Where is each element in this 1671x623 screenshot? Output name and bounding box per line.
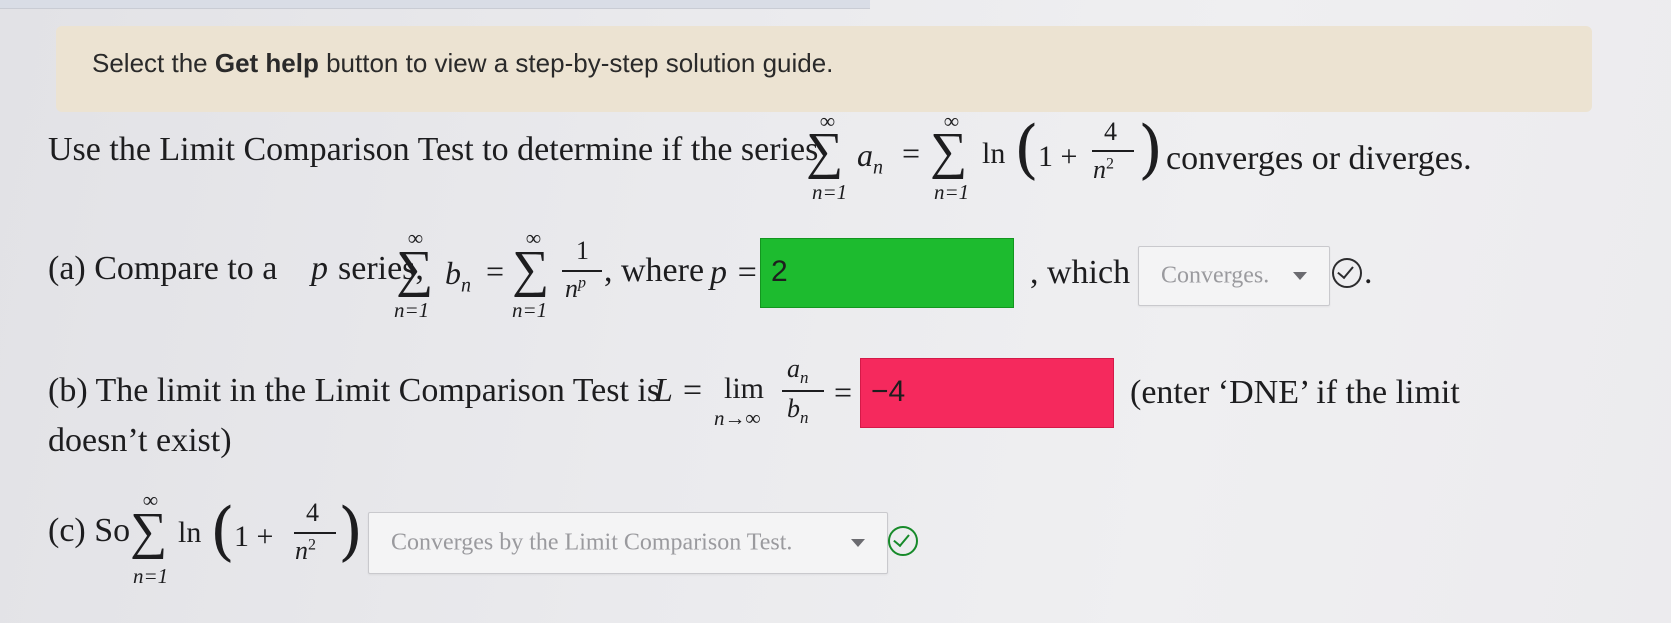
right-paren: ) bbox=[1138, 113, 1163, 187]
limit-answer-value: −4 bbox=[871, 375, 906, 408]
sigma-symbol: ∑ bbox=[930, 123, 968, 180]
lim-subscript: n→∞ bbox=[714, 406, 761, 430]
lower-limit: n=1 bbox=[934, 180, 970, 204]
banner-text: Select the Get help button to view a ste… bbox=[92, 48, 834, 78]
help-banner: Select the Get help button to view a ste… bbox=[56, 26, 1592, 112]
equals-sign: = bbox=[486, 253, 505, 289]
get-help-keyword: Get help bbox=[214, 48, 319, 78]
part-c-label: (c) So bbox=[48, 512, 131, 549]
dne-note: (enter ‘DNE’ if the limit bbox=[1130, 374, 1460, 411]
p-variable: p bbox=[311, 250, 328, 287]
check-circle-icon bbox=[1332, 258, 1362, 288]
upper-limit: ∞ bbox=[408, 226, 423, 250]
dropdown-caret-icon bbox=[851, 539, 865, 547]
fraction-denominator: n2 bbox=[295, 536, 316, 565]
ln-function: ln bbox=[982, 137, 1006, 170]
upper-limit: ∞ bbox=[143, 488, 158, 512]
period: . bbox=[1364, 254, 1373, 291]
one-plus: 1 + bbox=[1038, 140, 1078, 173]
one-plus: 1 + bbox=[234, 520, 274, 553]
conclusion-select[interactable]: Converges by the Limit Comparison Test. bbox=[368, 512, 888, 574]
p-equals: p = bbox=[710, 254, 759, 291]
conclusion-select-value: Converges by the Limit Comparison Test. bbox=[391, 529, 793, 556]
fraction-numerator: 1 bbox=[576, 236, 589, 265]
lower-limit: n=1 bbox=[133, 564, 169, 588]
upper-limit: ∞ bbox=[526, 226, 541, 250]
fraction-bar bbox=[782, 390, 824, 392]
equals-sign: = bbox=[834, 374, 853, 410]
equals-sign: = bbox=[902, 135, 921, 171]
upper-limit: ∞ bbox=[820, 109, 835, 133]
ln-function: ln bbox=[178, 516, 202, 549]
dne-note-continued: doesn’t exist) bbox=[48, 422, 232, 459]
fraction-numerator: 4 bbox=[306, 498, 319, 527]
b-n-term: bn bbox=[445, 255, 471, 297]
sigma-symbol: ∑ bbox=[396, 241, 434, 298]
left-paren: ( bbox=[1014, 113, 1039, 187]
fraction-numerator: 4 bbox=[1104, 117, 1117, 146]
where-text: , where bbox=[604, 252, 705, 289]
lower-limit: n=1 bbox=[512, 298, 548, 322]
which-text: , which bbox=[1030, 254, 1131, 291]
dropdown-caret-icon bbox=[1293, 272, 1307, 280]
lower-limit: n=1 bbox=[394, 298, 430, 322]
a-n-term: an bbox=[857, 137, 883, 179]
fraction-denominator: n2 bbox=[1093, 155, 1114, 184]
fraction-denominator: bn bbox=[787, 394, 809, 428]
p-answer-field[interactable]: 2 bbox=[760, 238, 1014, 308]
p-answer-value: 2 bbox=[771, 255, 788, 288]
sigma-symbol: ∑ bbox=[130, 503, 168, 560]
top-strip bbox=[0, 0, 870, 9]
lower-limit: n=1 bbox=[812, 180, 848, 204]
upper-limit: ∞ bbox=[944, 109, 959, 133]
lim-operator: lim bbox=[724, 372, 765, 405]
fraction-numerator: an bbox=[787, 354, 809, 388]
fraction-bar bbox=[1092, 150, 1134, 152]
convergence-select-value: Converges. bbox=[1161, 262, 1270, 289]
part-b-label: (b) The limit in the Limit Comparison Te… bbox=[48, 372, 661, 409]
limit-answer-field[interactable]: −4 bbox=[860, 358, 1114, 428]
check-circle-icon bbox=[888, 526, 918, 556]
question-intro: Use the Limit Comparison Test to determi… bbox=[48, 131, 819, 168]
part-a-label: (a) Compare to a bbox=[48, 250, 278, 287]
convergence-select[interactable]: Converges. bbox=[1138, 246, 1330, 306]
fraction-bar bbox=[294, 532, 336, 534]
L-equals: L = bbox=[654, 372, 704, 409]
fraction-denominator: np bbox=[565, 274, 586, 303]
sigma-symbol: ∑ bbox=[512, 241, 550, 298]
question-tail: converges or diverges. bbox=[1166, 140, 1472, 177]
sigma-symbol: ∑ bbox=[806, 123, 844, 180]
fraction-bar bbox=[562, 270, 602, 272]
right-paren: ) bbox=[338, 495, 363, 569]
left-paren: ( bbox=[210, 495, 235, 569]
